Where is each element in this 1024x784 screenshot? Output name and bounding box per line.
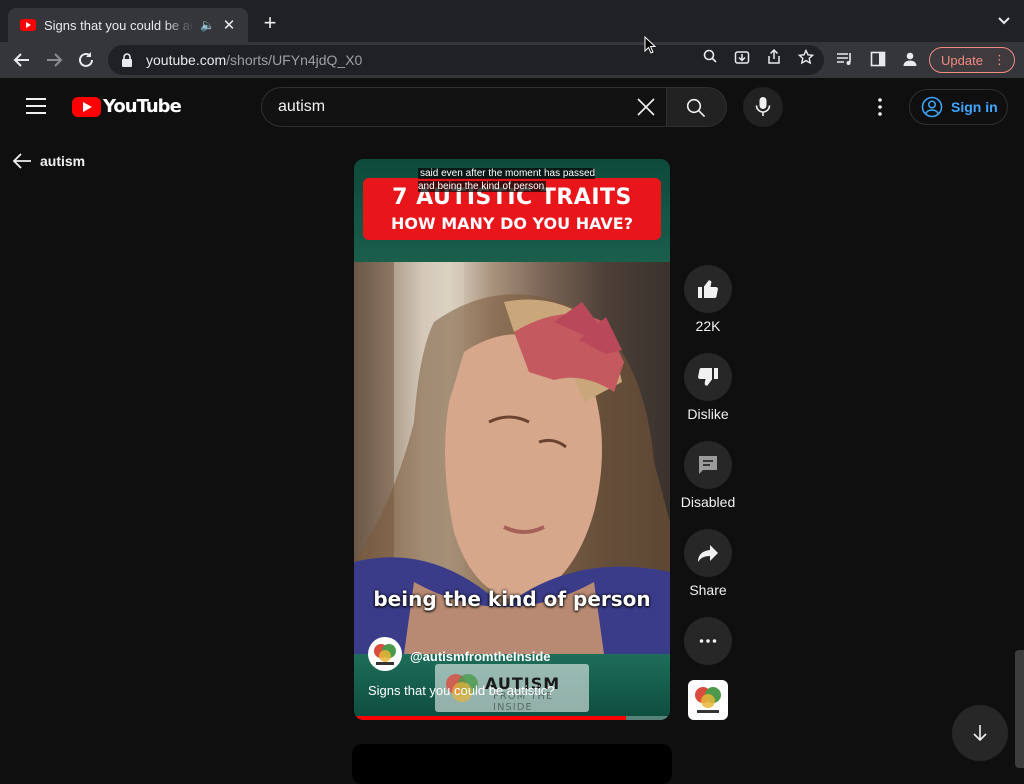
dislike-label: Dislike bbox=[687, 406, 729, 422]
share-page-icon[interactable] bbox=[765, 48, 783, 67]
new-tab-button[interactable]: + bbox=[258, 12, 282, 36]
clear-search-icon[interactable] bbox=[636, 97, 658, 119]
zoom-search-icon[interactable] bbox=[701, 49, 719, 67]
browser-toolbar: youtube.com/shorts/UFYn4jdQ_X0 Update ⋮ bbox=[0, 42, 1024, 78]
search-query-label: autism bbox=[40, 153, 86, 169]
dislike-button[interactable] bbox=[684, 353, 732, 401]
side-panel-icon[interactable] bbox=[869, 51, 887, 69]
next-short-preview[interactable] bbox=[352, 744, 672, 784]
media-controls-icon[interactable] bbox=[836, 51, 854, 69]
tab-close-icon[interactable]: ✕ bbox=[222, 16, 236, 34]
channel-handle-link[interactable]: @autismfromtheInside bbox=[410, 649, 551, 664]
comments-button[interactable] bbox=[684, 441, 732, 489]
browser-update-button[interactable]: Update ⋮ bbox=[929, 47, 1015, 73]
browser-tab[interactable]: Signs that you could be autistic? - YouT… bbox=[8, 8, 248, 42]
youtube-wordmark: YouTube bbox=[103, 96, 182, 117]
hamburger-menu-icon[interactable] bbox=[26, 98, 46, 114]
like-button[interactable] bbox=[684, 265, 732, 313]
shorts-video-player[interactable]: 7 AUTISTIC TRAITS HOW MANY DO YOU HAVE? … bbox=[354, 159, 670, 720]
burned-in-caption: being the kind of person bbox=[373, 587, 651, 611]
update-label: Update bbox=[941, 52, 983, 68]
kebab-menu-icon: ⋮ bbox=[993, 52, 1006, 67]
tab-search-chevron-icon[interactable] bbox=[998, 14, 1010, 28]
profile-avatar-icon[interactable] bbox=[901, 51, 919, 69]
share-arrow-icon bbox=[698, 545, 718, 562]
arrow-down-icon bbox=[973, 725, 987, 742]
youtube-play-logo-icon bbox=[72, 96, 101, 117]
closed-caption: said even after the moment has passed an… bbox=[418, 168, 596, 192]
brain-logo-icon bbox=[695, 687, 721, 713]
like-count: 22K bbox=[695, 318, 721, 334]
install-app-icon[interactable] bbox=[733, 49, 751, 67]
back-arrow-icon[interactable] bbox=[10, 48, 34, 72]
comments-label: Disabled bbox=[680, 494, 736, 510]
forward-arrow-icon[interactable] bbox=[42, 48, 66, 72]
brain-logo-icon bbox=[374, 644, 396, 665]
sign-in-button[interactable]: Sign in bbox=[909, 89, 1008, 125]
sound-channel-thumbnail[interactable] bbox=[688, 680, 728, 720]
sign-in-label: Sign in bbox=[951, 99, 998, 115]
search-box[interactable] bbox=[261, 87, 667, 127]
settings-kebab-icon[interactable] bbox=[870, 96, 890, 118]
video-progress-bar[interactable] bbox=[354, 716, 670, 720]
youtube-favicon-icon bbox=[20, 19, 36, 31]
tab-title: Signs that you could be autistic? - YouT… bbox=[44, 17, 194, 33]
voice-search-button[interactable] bbox=[743, 87, 783, 127]
page-scrollbar[interactable] bbox=[1015, 650, 1024, 768]
comment-icon bbox=[699, 456, 717, 474]
share-button[interactable] bbox=[684, 529, 732, 577]
back-to-search[interactable]: autism bbox=[12, 150, 85, 172]
next-video-button[interactable] bbox=[952, 705, 1008, 761]
banner-line-2: HOW MANY DO YOU HAVE? bbox=[391, 214, 633, 233]
tab-audio-icon[interactable]: 🔈 bbox=[200, 18, 215, 32]
back-arrow-icon bbox=[12, 153, 31, 169]
search-input[interactable] bbox=[278, 98, 618, 116]
more-horizontal-icon bbox=[699, 639, 717, 643]
search-icon bbox=[686, 98, 706, 118]
bookmark-star-icon[interactable] bbox=[797, 48, 815, 67]
url-text: youtube.com/shorts/UFYn4jdQ_X0 bbox=[146, 52, 363, 68]
search-button[interactable] bbox=[666, 87, 727, 127]
account-circle-icon bbox=[921, 96, 943, 118]
youtube-logo[interactable]: YouTube bbox=[72, 96, 182, 117]
microphone-icon bbox=[755, 97, 771, 116]
thumbs-down-icon bbox=[698, 367, 718, 386]
more-actions-button[interactable] bbox=[684, 617, 732, 665]
channel-avatar[interactable] bbox=[368, 637, 402, 671]
thumbs-up-icon bbox=[698, 280, 718, 299]
video-progress-fill bbox=[354, 716, 626, 720]
youtube-header: YouTube Sign in bbox=[0, 78, 1024, 136]
reload-icon[interactable] bbox=[74, 48, 98, 72]
share-label: Share bbox=[689, 582, 727, 598]
lock-icon[interactable] bbox=[120, 53, 134, 67]
mouse-cursor-icon bbox=[644, 35, 657, 54]
browser-tab-strip: Signs that you could be autistic? - YouT… bbox=[0, 0, 1024, 42]
short-title: Signs that you could be autistic? bbox=[368, 683, 555, 698]
